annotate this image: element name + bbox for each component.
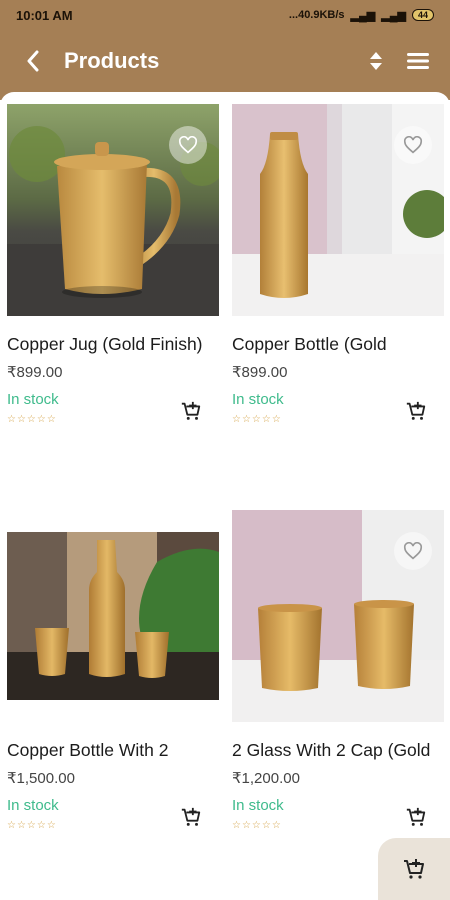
app-bar: Products [0, 30, 450, 100]
product-image-glass-set[interactable] [232, 510, 444, 722]
heart-icon [178, 136, 198, 154]
status-bar: 10:01 AM ...40.9KB/s ▂▄▆ ▂▄▆ 44 [0, 0, 450, 30]
rating-stars: ☆☆☆☆☆ [232, 414, 282, 425]
status-time: 10:01 AM [16, 7, 73, 23]
heart-icon [403, 136, 423, 154]
page-title: Products [64, 48, 160, 73]
hamburger-menu-icon [407, 53, 429, 69]
product-card[interactable]: Copper Jug (Gold Finish) ₹899.00 In stoc… [7, 104, 219, 425]
stock-status: In stock [7, 391, 59, 408]
rating-stars: ☆☆☆☆☆ [232, 820, 282, 831]
stock-status: In stock [232, 391, 284, 408]
add-to-cart-icon [181, 401, 201, 420]
product-price: ₹899.00 [232, 364, 288, 381]
favorite-button[interactable] [394, 126, 432, 164]
stock-status: In stock [232, 797, 284, 814]
product-grid: Copper Jug (Gold Finish) ₹899.00 In stoc… [0, 92, 450, 900]
product-price: ₹1,200.00 [232, 770, 300, 787]
back-button[interactable] [18, 46, 48, 76]
product-name[interactable]: Copper Jug (Gold Finish) [7, 334, 219, 355]
cart-icon [404, 859, 424, 879]
product-card[interactable]: Copper Bottle (Gold ₹899.00 In stock ☆☆☆… [232, 104, 444, 425]
product-price: ₹899.00 [7, 364, 63, 381]
rating-stars: ☆☆☆☆☆ [7, 414, 57, 425]
favorite-button[interactable] [169, 126, 207, 164]
add-to-cart-icon [406, 807, 426, 826]
menu-button[interactable] [400, 43, 436, 79]
product-price: ₹1,500.00 [7, 770, 75, 787]
bottle-set-image [7, 532, 219, 700]
cart-fab-button[interactable] [378, 838, 450, 900]
product-card[interactable]: 2 Glass With 2 Cap (Gold ₹1,200.00 In st… [232, 510, 444, 831]
add-to-cart-icon [181, 807, 201, 826]
rating-stars: ☆☆☆☆☆ [7, 820, 57, 831]
signal-icon: ▂▄▆ [350, 9, 376, 22]
favorite-button[interactable] [394, 532, 432, 570]
product-image-bottle-set[interactable] [7, 532, 219, 722]
add-to-cart-button[interactable] [402, 803, 430, 831]
sort-icon [370, 52, 382, 70]
add-to-cart-button[interactable] [177, 397, 205, 425]
product-name[interactable]: Copper Bottle (Gold [232, 334, 444, 355]
battery-icon: 44 [411, 9, 434, 21]
chevron-left-icon [27, 50, 39, 72]
add-to-cart-button[interactable] [177, 803, 205, 831]
add-to-cart-icon [406, 401, 426, 420]
heart-icon [403, 542, 423, 560]
add-to-cart-button[interactable] [402, 397, 430, 425]
sort-button[interactable] [358, 43, 394, 79]
status-icons: ...40.9KB/s ▂▄▆ ▂▄▆ 44 [289, 9, 434, 22]
signal-icon-2: ▂▄▆ [381, 9, 406, 22]
network-speed: ...40.9KB/s [288, 9, 345, 21]
stock-status: In stock [7, 797, 59, 814]
product-image-copper-jug[interactable] [7, 104, 219, 316]
product-name[interactable]: 2 Glass With 2 Cap (Gold [232, 740, 444, 761]
product-image-copper-bottle[interactable] [232, 104, 444, 316]
product-card[interactable]: Copper Bottle With 2 ₹1,500.00 In stock … [7, 510, 219, 831]
product-name[interactable]: Copper Bottle With 2 [7, 740, 219, 761]
